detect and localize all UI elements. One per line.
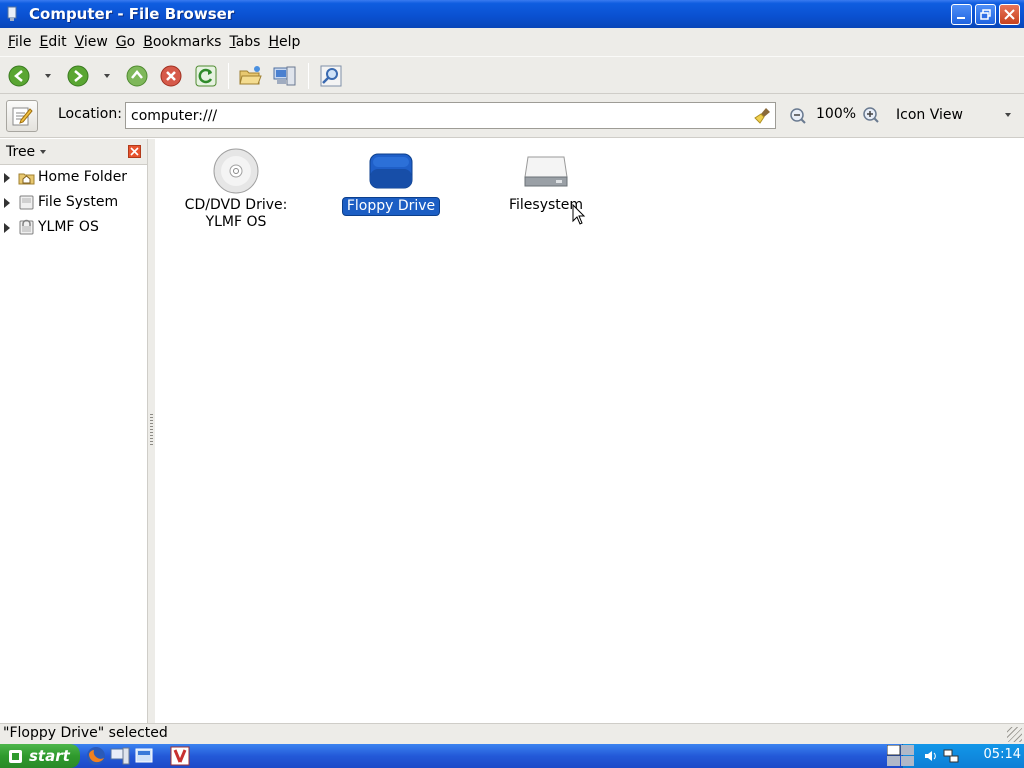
zoom-level[interactable]: 100% (816, 106, 856, 122)
close-button[interactable] (999, 4, 1020, 25)
mouse-cursor-icon (572, 204, 586, 225)
sidebar-item-home-folder[interactable]: Home Folder (0, 165, 147, 190)
location-bar: Location: 100% Icon View (0, 94, 1024, 138)
zoom-in-icon[interactable] (862, 106, 880, 124)
volume-icon[interactable] (923, 748, 939, 764)
chevron-down-icon (40, 149, 47, 154)
location-input[interactable] (125, 102, 776, 129)
close-icon (130, 147, 139, 156)
sidebar: Tree Home Folder File System YLMF OS (0, 139, 148, 723)
home-folder-icon (18, 173, 35, 185)
floppy-icon (369, 153, 413, 189)
drive-icon (19, 195, 34, 210)
expander-triangle-icon[interactable] (4, 173, 10, 183)
file-view: CD/DVD Drive: YLMF OS Floppy Drive Filesy… (155, 139, 1024, 723)
toolbar-separator (228, 63, 229, 89)
computer-icon[interactable] (273, 64, 297, 88)
window-title: Computer - File Browser (29, 5, 235, 23)
sidebar-mode-selector[interactable]: Tree (6, 144, 48, 160)
sidebar-item-file-system[interactable]: File System (0, 190, 147, 215)
back-history-chevron-down-icon[interactable] (44, 72, 52, 80)
sidebar-close-button[interactable] (128, 145, 141, 158)
menubar: File Edit View Go Bookmarks Tabs Help (0, 28, 1024, 56)
sidebar-item-label: YLMF OS (38, 219, 99, 235)
forward-icon[interactable] (66, 64, 90, 88)
restore-button[interactable] (975, 4, 996, 25)
computer-icon (7, 6, 17, 21)
view-mode-label: Icon View (896, 107, 963, 123)
toolbar (0, 56, 1024, 94)
status-text: "Floppy Drive" selected (3, 725, 168, 741)
up-icon[interactable] (125, 64, 149, 88)
menu-go[interactable]: Go (112, 34, 139, 50)
file-browser-task-icon[interactable] (170, 746, 190, 766)
expander-triangle-icon[interactable] (4, 223, 10, 233)
menu-edit[interactable]: Edit (35, 34, 70, 50)
search-icon[interactable] (319, 64, 343, 88)
sidebar-header: Tree (0, 139, 147, 165)
file-item-label: Floppy Drive (341, 197, 441, 216)
show-desktop-icon[interactable] (134, 746, 154, 766)
view-mode-select[interactable]: Icon View (890, 100, 1020, 130)
location-label: Location: (58, 106, 122, 122)
back-icon[interactable] (7, 64, 31, 88)
file-item-floppy-drive[interactable]: Floppy Drive (316, 147, 466, 216)
sidebar-item-label: File System (38, 194, 119, 210)
expander-triangle-icon[interactable] (4, 198, 10, 208)
restore-icon (980, 9, 991, 20)
start-button[interactable]: start (0, 744, 80, 768)
chevron-down-icon (1005, 113, 1011, 117)
cd-icon (213, 148, 259, 194)
resize-grip-icon[interactable] (1007, 727, 1022, 742)
stop-icon[interactable] (159, 64, 183, 88)
minimize-icon (957, 17, 965, 19)
menu-view[interactable]: View (71, 34, 112, 50)
start-logo-icon (9, 749, 22, 763)
status-bar: "Floppy Drive" selected (0, 723, 1024, 744)
start-label: start (29, 747, 70, 765)
menu-bookmarks[interactable]: Bookmarks (139, 34, 225, 50)
forward-history-chevron-down-icon[interactable] (103, 72, 111, 80)
clock[interactable]: 05:14 (984, 747, 1021, 762)
file-item-filesystem[interactable]: Filesystem (471, 147, 621, 214)
clear-location-icon[interactable] (754, 106, 772, 124)
firefox-icon[interactable] (86, 746, 106, 766)
reload-icon[interactable] (194, 64, 218, 88)
menu-help[interactable]: Help (264, 34, 304, 50)
close-icon (1004, 9, 1015, 20)
sidebar-item-label: Home Folder (38, 169, 128, 185)
harddisk-icon (524, 156, 568, 187)
location-toggle-button[interactable] (6, 100, 38, 132)
sidebar-item-ylmf-os[interactable]: YLMF OS (0, 215, 147, 240)
minimize-button[interactable] (951, 4, 972, 25)
computer-icon[interactable] (110, 746, 130, 766)
file-item-label: CD/DVD Drive: YLMF OS (184, 197, 288, 230)
toolbar-separator (308, 63, 309, 89)
file-item-cd-dvd-drive[interactable]: CD/DVD Drive: YLMF OS (161, 147, 311, 231)
open-folder-icon[interactable] (238, 64, 262, 88)
system-tray: 05:14 (887, 744, 1024, 768)
edit-icon (12, 107, 33, 126)
sidebar-mode-label: Tree (6, 143, 36, 160)
taskbar: start 05:14 (0, 744, 1024, 768)
splitter-grip-icon (150, 414, 153, 446)
window-titlebar[interactable]: Computer - File Browser (0, 0, 1024, 28)
pane-splitter[interactable] (148, 139, 155, 723)
network-icon[interactable] (943, 748, 959, 764)
menu-file[interactable]: File (4, 34, 35, 50)
workspace-switcher-icon[interactable] (887, 745, 915, 767)
menu-tabs[interactable]: Tabs (225, 34, 264, 50)
zoom-out-icon[interactable] (789, 107, 807, 125)
drive-icon (19, 219, 34, 235)
